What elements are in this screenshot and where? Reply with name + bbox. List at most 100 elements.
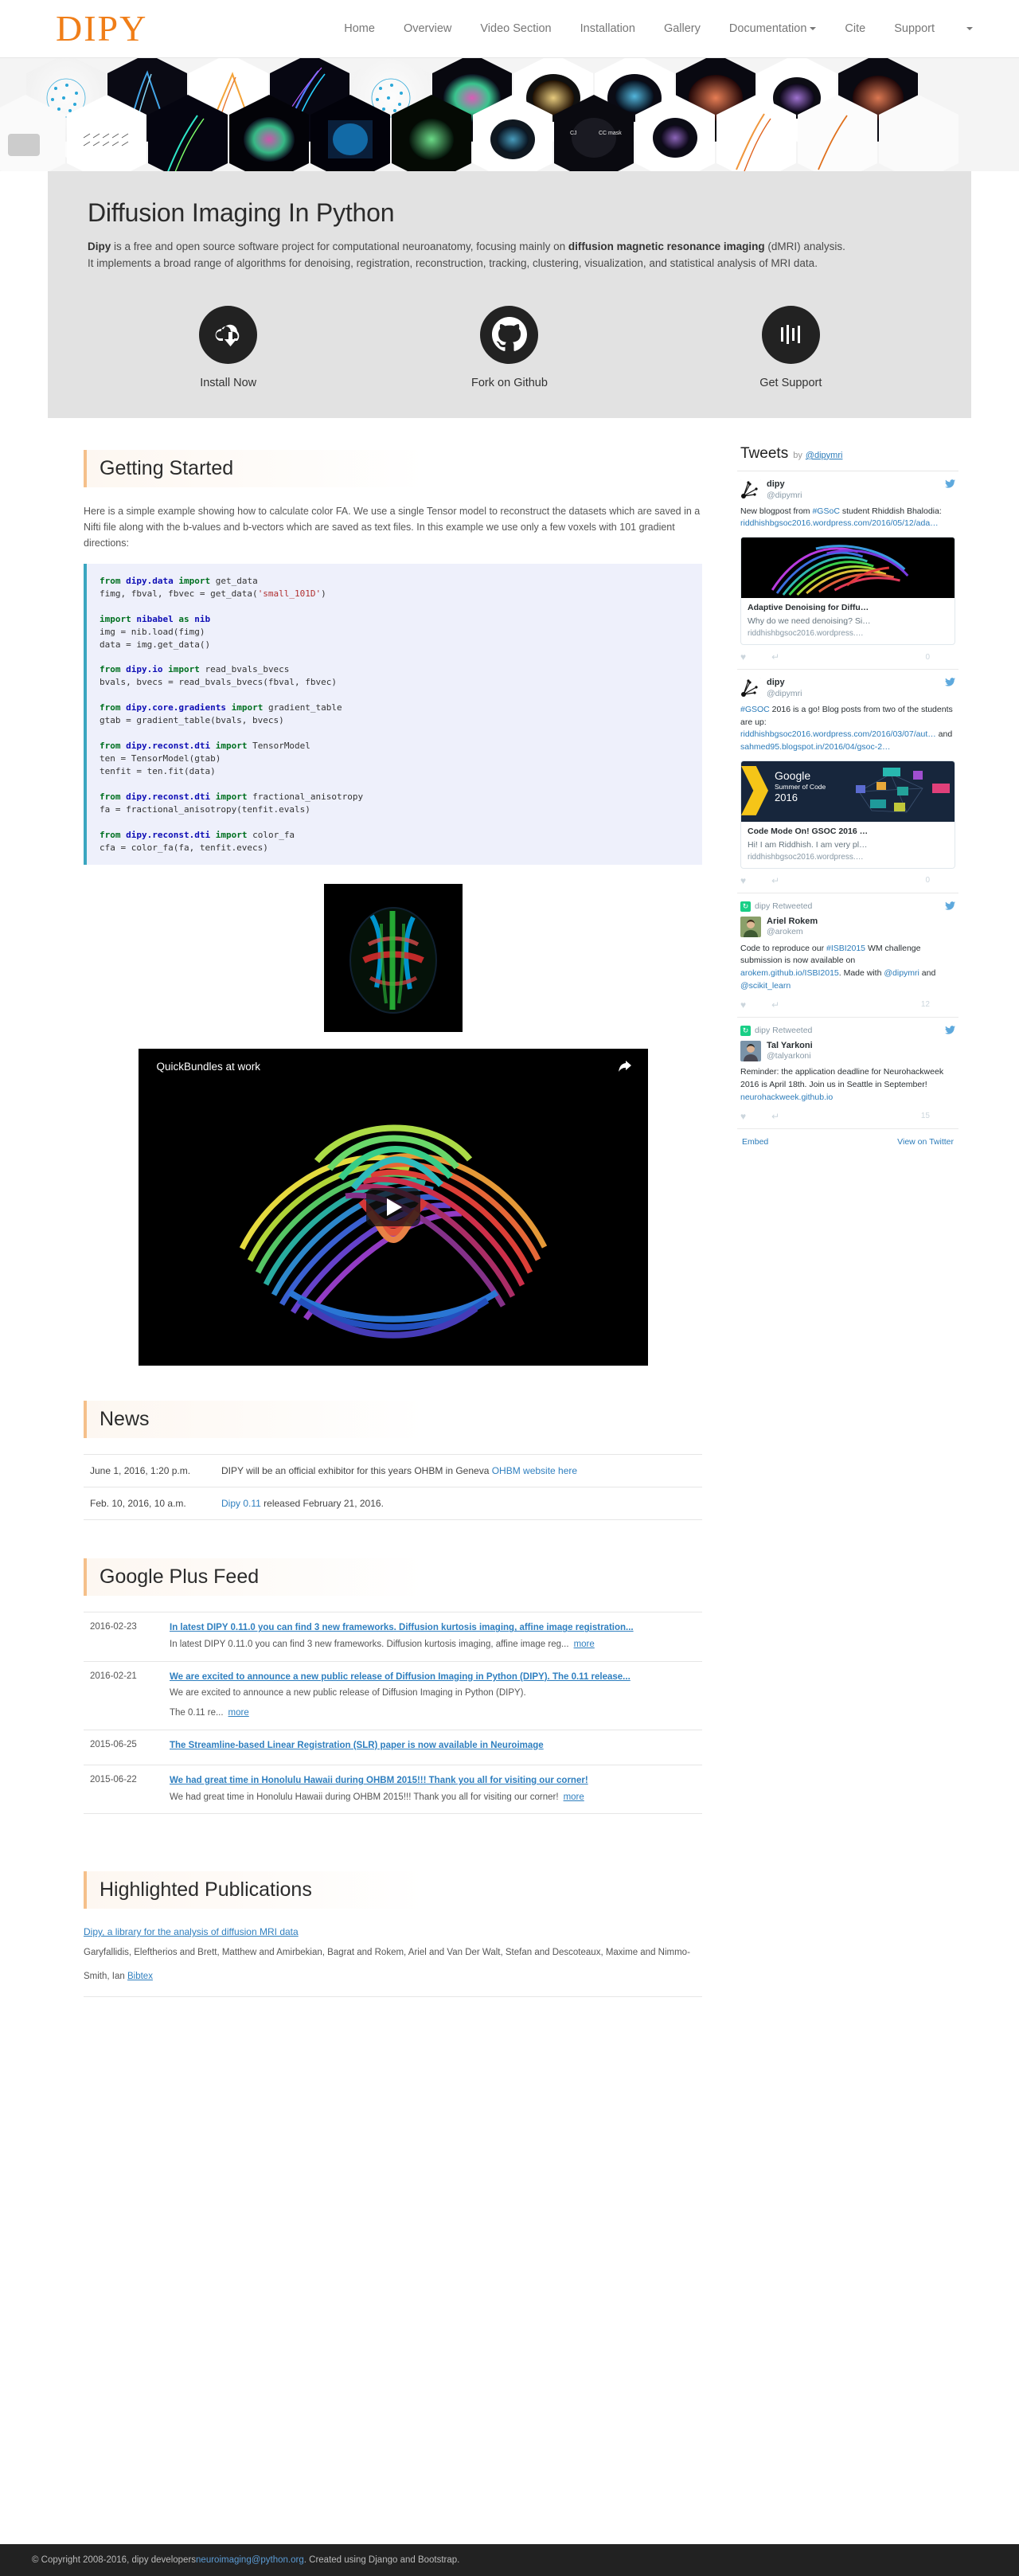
tweet-actions: ♥ ↵ 0: [740, 651, 955, 663]
tweet-item[interactable]: ↻ dipy Retweeted Tal Yarkoni @talyarkoni Rem…: [737, 1018, 958, 1129]
hero-description: Dipy is a free and open source software …: [88, 239, 852, 272]
video-title: QuickBundles at work: [156, 1061, 261, 1073]
tweet-author-handle: @talyarkoni: [767, 1051, 811, 1061]
tweet-author-name: dipy: [767, 479, 785, 489]
tweet-link[interactable]: @dipymri: [884, 968, 919, 978]
code-token: from: [100, 829, 127, 840]
tweet-item[interactable]: dipy @dipymri #GSOC 2016 is a go! Blog pos…: [737, 670, 958, 893]
gplus-entry-title[interactable]: We are excited to announce a new public …: [170, 1671, 696, 1684]
code-token: gradient_table: [267, 702, 342, 713]
tweet-author-handle: @dipymri: [767, 688, 802, 698]
twitter-timeline[interactable]: dipy @dipymri New blogpost from #GSoC stud…: [737, 470, 958, 1129]
news-link[interactable]: OHBM website here: [492, 1465, 577, 1476]
tweet-author[interactable]: Ariel Rokem @arokem: [740, 916, 955, 938]
tweet-link[interactable]: #GSOC: [740, 705, 770, 714]
like-icon[interactable]: ♥: [740, 651, 746, 663]
dipy-avatar-glyph: [740, 678, 761, 699]
bibtex-link[interactable]: Bibtex: [127, 1970, 153, 1984]
example-code-block: from dipy.data import get_data fimg, fbv…: [84, 563, 702, 866]
reply-icon[interactable]: ↵: [771, 999, 779, 1010]
action-fork-on-github[interactable]: Fork on Github: [390, 305, 629, 389]
gplus-more-link[interactable]: more: [574, 1640, 595, 1649]
site-logo[interactable]: DIPY: [56, 10, 147, 47]
news-date: Feb. 10, 2016, 10 a.m.: [84, 1487, 215, 1521]
tweet-link[interactable]: #ISBI2015: [826, 944, 865, 953]
tweet-actions: ♥ ↵ 12: [740, 999, 955, 1010]
reply-icon[interactable]: ↵: [771, 651, 779, 663]
nav-item-overview[interactable]: Overview: [389, 22, 466, 35]
tweet-author[interactable]: dipy @dipymri: [740, 479, 955, 501]
code-token: read_bvals_bvecs: [205, 664, 290, 675]
footer-email-link[interactable]: neuroimaging@python.org: [196, 2555, 304, 2565]
tweet-text-fragment: and: [919, 968, 936, 979]
news-link[interactable]: Dipy 0.11: [221, 1498, 261, 1509]
tweet-item[interactable]: dipy @dipymri New blogpost from #GSoC stud…: [737, 471, 958, 670]
gplus-entry-title[interactable]: The Streamline-based Linear Registration…: [170, 1740, 696, 1753]
tweet-text: New blogpost from #GSoC student Rhiddish…: [740, 506, 955, 531]
dipy-avatar-glyph: [740, 479, 761, 500]
code-token: dipy.reconst.dti: [126, 829, 211, 840]
reply-icon[interactable]: ↵: [771, 875, 779, 886]
tweet-author-handle: @arokem: [767, 927, 803, 937]
copyright-after: . Created using Django and Bootstrap.: [303, 2555, 460, 2565]
tweet-link[interactable]: sahmed95.blogspot.in/2016/04/gsoc-2…: [740, 742, 891, 752]
like-icon[interactable]: ♥: [740, 1111, 746, 1122]
nav-more-dropdown[interactable]: [949, 22, 987, 35]
tweet-link[interactable]: #GSoC: [812, 506, 839, 516]
nav-item-gallery[interactable]: Gallery: [650, 22, 715, 35]
retweet-icon: ↻: [740, 1025, 751, 1036]
twitter-embed-link[interactable]: Embed: [742, 1137, 768, 1147]
tweet-item[interactable]: ↻ dipy Retweeted Ariel Rokem @arokem Code to…: [737, 893, 958, 1018]
nav-item-support[interactable]: Support: [880, 22, 949, 35]
play-icon[interactable]: [365, 1188, 420, 1227]
tweet-text-fragment: 2016 is a go! Blog posts from two of the…: [740, 704, 953, 727]
play-triangle: [387, 1198, 402, 1217]
code-token: dipy.reconst.dti: [126, 791, 211, 802]
copyright-before: © Copyright 2008-2016, dipy developers: [32, 2555, 197, 2565]
twitter-view-link[interactable]: View on Twitter: [897, 1137, 954, 1147]
action-install-now[interactable]: Install Now: [109, 305, 348, 389]
tweet-link[interactable]: riddhishbgsoc2016.wordpress.com/2016/05/…: [740, 518, 939, 528]
like-icon[interactable]: ♥: [740, 875, 746, 886]
gplus-more-link[interactable]: more: [228, 1708, 249, 1718]
code-token: nib: [194, 613, 211, 624]
gplus-entry-title[interactable]: In latest DIPY 0.11.0 you can find 3 new…: [170, 1622, 696, 1635]
chevron-down-icon: [810, 27, 817, 31]
nav-item-documentation[interactable]: Documentation: [715, 22, 831, 35]
share-icon[interactable]: [618, 1061, 631, 1075]
tweet-author[interactable]: Tal Yarkoni @talyarkoni: [740, 1040, 955, 1062]
twitter-account-handle[interactable]: @dipymri: [806, 451, 843, 460]
tweet-link-card[interactable]: Google Summer of Code 2016 Code Mode On! GS…: [740, 760, 955, 869]
tweet-link[interactable]: neurohackweek.github.io: [740, 1093, 833, 1102]
news-table: June 1, 2016, 1:20 p.m. DIPY will be an …: [84, 1454, 702, 1521]
tweet-link[interactable]: riddhishbgsoc2016.wordpress.com/2016/03/…: [740, 729, 936, 739]
code-token: import: [100, 613, 137, 624]
tweet-author-name: dipy: [767, 678, 785, 688]
color-fa-figure-wrap: [84, 884, 702, 1034]
color-fa-render: [323, 884, 463, 1033]
gplus-entry-title[interactable]: We had great time in Honolulu Hawaii dur…: [170, 1775, 696, 1788]
publication-link[interactable]: Dipy, a library for the analysis of diff…: [84, 1925, 702, 1940]
svg-text:CC mask: CC mask: [599, 131, 622, 136]
tweet-author-name: Ariel Rokem: [767, 916, 818, 926]
action-get-support[interactable]: Get Support: [671, 305, 910, 389]
tweet-link[interactable]: @scikit_learn: [740, 981, 791, 991]
nav-item-installation[interactable]: Installation: [566, 22, 650, 35]
like-icon[interactable]: ♥: [740, 999, 746, 1010]
reply-icon[interactable]: ↵: [771, 1111, 779, 1122]
nav-item-video-section[interactable]: Video Section: [466, 22, 565, 35]
code-token: from: [100, 791, 127, 802]
table-row: 2015-06-25 The Streamline-based Linear R…: [84, 1730, 702, 1766]
gplus-more-link[interactable]: more: [564, 1792, 584, 1802]
code-token: fractional_anisotropy: [252, 791, 364, 802]
twitter-by-label: by: [793, 450, 802, 460]
nav-item-home[interactable]: Home: [330, 22, 389, 35]
quickbundles-video-player[interactable]: QuickBundles at work: [138, 1049, 648, 1366]
tweet-link-card[interactable]: Adaptive Denoising for Diffu… Why do we n…: [740, 537, 955, 646]
github-glyph: [491, 317, 527, 352]
tweet-link[interactable]: arokem.github.io/ISBI2015: [740, 968, 839, 978]
nav-item-cite[interactable]: Cite: [830, 22, 880, 35]
tweet-author[interactable]: dipy @dipymri: [740, 678, 955, 699]
cloud-download-glyph: [215, 325, 239, 347]
retweet-text: dipy Retweeted: [755, 901, 813, 912]
